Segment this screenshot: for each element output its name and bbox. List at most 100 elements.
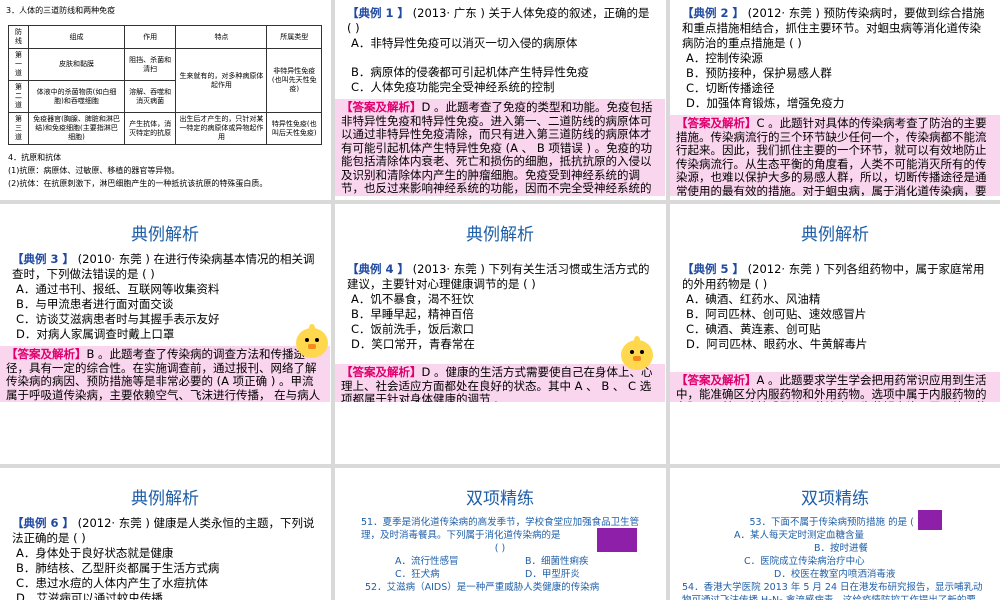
slide-thumbnail-5[interactable]: 典例解析 【典例 4 】 (2013· 东莞 ) 下列有关生活习惯或生活方式的建… — [335, 206, 665, 402]
question: 【典例 5 】 (2012· 东莞 ) 下列各组药物中，属于家庭常用的外用药物是… — [670, 252, 1000, 292]
slide-thumbnail-6[interactable]: 典例解析 【典例 5 】 (2012· 东莞 ) 下列各组药物中，属于家庭常用的… — [670, 206, 1000, 402]
table-cell: 生来就有的，对多种病原体起作用 — [175, 48, 268, 113]
slide-heading: 3．人体的三道防线和两种免疫 — [6, 6, 116, 15]
slide-title: 典例解析 — [131, 225, 199, 245]
option: C．狂犬病 — [395, 569, 440, 580]
option: A．控制传染源 — [686, 51, 763, 65]
example-tag: 【典例 6 】 — [12, 516, 75, 530]
options: A．流行性感冒 B．细菌性痢疾 C．狂犬病 D．甲型肝炎 — [335, 555, 665, 581]
slide-thumbnail-1[interactable]: 3．人体的三道防线和两种免疫 防线 组成 作用 特点 所属类型 第一道 皮肤和黏… — [0, 0, 330, 196]
practice-question: 53．下面不属于传染病预防措施 的是 ( ) — [670, 510, 1000, 530]
option: D．对病人家属调查时戴上口罩 — [16, 327, 175, 341]
slide-thumbnail-9[interactable]: 双项精练 53．下面不属于传染病预防措施 的是 ( ) A．某人每天定时测定血糖… — [670, 470, 1000, 600]
option: B．预防接种，保护易感人群 — [686, 66, 832, 80]
slide-thumbnail-8[interactable]: 双项精练 51．夏季是消化道传染病的高发季节，学校食堂应加强食品卫生管理，及时消… — [335, 470, 665, 600]
options: A．通过书刊、报纸、互联网等收集资料 B．与甲流患者进行面对面交谈 C．访谈艾滋… — [0, 282, 330, 342]
option: A．饥不暴食，渴不狂饮 — [351, 292, 474, 306]
table-cell: 第一道 — [7, 48, 30, 81]
answer-box: 【答案及解析】B 。此题考查了传染病的调查方法和传播途径，具有一定的综合性。在实… — [0, 346, 330, 402]
divider — [0, 464, 1000, 468]
option: B．早睡早起，精神百倍 — [351, 307, 474, 321]
example-tag: 【典例 5 】 — [682, 262, 745, 276]
option: B．按时进餐 — [814, 543, 869, 554]
table-row: 第三道 免疫器官(胸腺、脾脏和淋巴结)和免疫细胞(主要指淋巴细胞) 产生抗体，消… — [7, 112, 322, 145]
table-cell: 特异性免疫(也叫后天性免疫) — [266, 112, 322, 145]
option: B．肺结核、乙型肝炎都属于生活方式病 — [16, 561, 220, 575]
list-item: (2)抗体：在抗原刺激下，淋巴细胞产生的一种抵抗该抗原的特殊蛋白质。 — [8, 179, 268, 188]
option: D．笑口常开，青春常在 — [351, 337, 475, 351]
slide-thumbnail-2[interactable]: 【典例 1 】 (2013· 广东 ) 关于人体免疫的叙述，正确的是 ( ) A… — [335, 0, 665, 196]
table-header-row: 防线 组成 作用 特点 所属类型 — [7, 25, 322, 49]
table-header: 作用 — [123, 25, 177, 49]
option: C．医院成立传染病治疗中心 — [744, 556, 865, 567]
practice-question: 52．艾滋病（AIDS）是一种严重威胁人类健康的传染病 — [365, 582, 600, 593]
table-header: 特点 — [175, 25, 268, 49]
options: A．非特异性免疫可以消灭一切入侵的病原体 B．病原体的侵袭都可引起机体产生特异性… — [335, 36, 665, 95]
table-header: 所属类型 — [266, 25, 322, 49]
table-cell: 产生抗体，消灭特定的抗原 — [123, 112, 177, 145]
example-tag: 【典例 3 】 — [12, 252, 75, 266]
option: D．加强体育锻炼，增强免疫力 — [686, 96, 845, 110]
option: B．阿司匹林、创可贴、速效感冒片 — [686, 307, 867, 321]
table-cell: 皮肤和黏膜 — [28, 48, 125, 81]
option: B．病原体的侵袭都可引起机体产生特异性免疫 — [351, 65, 589, 79]
table-row: 第一道 皮肤和黏膜 阻挡、杀菌和清扫 生来就有的，对多种病原体起作用 非特异性免… — [7, 48, 322, 113]
answer-tag: 【答案及解析】 — [676, 116, 757, 130]
option: A．某人每天定时测定血糖含量 — [734, 530, 864, 541]
answer-box: 【答案及解析】C 。此题针对具体的传染病考查了防治的主要措施。传染病流行的三个环… — [670, 115, 1000, 196]
option: A．非特异性免疫可以消灭一切入侵的病原体 — [351, 36, 578, 50]
option: A．流行性感冒 — [395, 556, 459, 567]
slide-thumbnail-4[interactable]: 典例解析 【典例 3 】 (2010· 东莞 ) 在进行传染病基本情况的相关调查… — [0, 206, 330, 402]
option: D．艾滋病可以通过蚊虫传播 — [16, 591, 163, 600]
option: A．身体处于良好状态就是健康 — [16, 546, 174, 560]
options: A．碘酒、红药水、风油精 B．阿司匹林、创可贴、速效感冒片 C．碘酒、黄连素、创… — [670, 292, 1000, 352]
slide-title: 双项精练 — [801, 489, 869, 509]
options: A．身体处于良好状态就是健康 B．肺结核、乙型肝炎都属于生活方式病 C．患过水痘… — [0, 546, 330, 600]
option: D．阿司匹林、眼药水、牛黄解毒片 — [686, 337, 868, 351]
option: D．甲型肝炎 — [525, 569, 580, 580]
question: 【典例 3 】 (2010· 东莞 ) 在进行传染病基本情况的相关调查时，下列做… — [0, 252, 330, 282]
table-cell: 免疫器官(胸腺、脾脏和淋巴结)和免疫细胞(主要指淋巴细胞) — [28, 112, 125, 145]
table-cell: 出生后才产生的，只针对某一特定的病原体或异物起作用 — [175, 112, 268, 145]
question: 【典例 2 】 (2012· 东莞 ) 预防传染病时，要做到综合措施和重点措施相… — [670, 0, 1000, 51]
table-cell: 体液中的杀菌物质(如白细胞)和吞噬细胞 — [28, 80, 125, 113]
defense-table: 防线 组成 作用 特点 所属类型 第一道 皮肤和黏膜 阻挡、杀菌和清扫 生来就有… — [7, 25, 322, 145]
chick-mascot-icon — [617, 334, 657, 374]
answer-tag: 【答案及解析】 — [341, 365, 422, 379]
table-cell: 溶解、吞噬和消灭病菌 — [123, 80, 177, 113]
option: C．碘酒、黄连素、创可贴 — [686, 322, 821, 336]
question-text: 53．下面不属于传染病预防措施 的是 ( ) — [749, 517, 921, 528]
answer-tag: 【答案及解析】 — [6, 347, 87, 361]
answer-tag: 【答案及解析】 — [676, 373, 757, 387]
option: A．碘酒、红药水、风油精 — [686, 292, 821, 306]
options: A．控制传染源 B．预防接种，保护易感人群 C．切断传播途径 D．加强体育锻炼，… — [670, 51, 1000, 111]
practice-question: 51．夏季是消化道传染病的高发季节，学校食堂应加强食品卫生管理，及时消毒餐具。下… — [335, 516, 665, 552]
table-header: 组成 — [28, 25, 125, 49]
question: 【典例 1 】 (2013· 广东 ) 关于人体免疫的叙述，正确的是 ( ) — [335, 0, 665, 36]
options: A．某人每天定时测定血糖含量 B．按时进餐 C．医院成立传染病治疗中心 D．校医… — [670, 529, 1000, 581]
answer-tag: 【答案及解析】 — [341, 100, 422, 114]
table-cell: 非特异性免疫(也叫先天性免疫) — [266, 48, 322, 113]
example-tag: 【典例 1 】 — [347, 6, 410, 20]
list-item: (1)抗原：病原体、过敏原、移植的器官等异物。 — [8, 166, 180, 175]
example-tag: 【典例 4 】 — [347, 262, 410, 276]
option: C．饭前洗手，饭后漱口 — [351, 322, 475, 336]
table-header: 防线 — [7, 25, 30, 49]
answer-box: 【答案及解析】A 。此题要求学生学会把用药常识应用到生活中，能准确区分内服药物和… — [670, 372, 1000, 402]
redaction-block — [597, 528, 637, 552]
practice-question: 54．香港大学医院 2013 年 5 月 24 日在港发布研究报告，显示哺乳动物… — [682, 582, 983, 600]
slide-title: 典例解析 — [801, 225, 869, 245]
table-cell: 阻挡、杀菌和清扫 — [123, 48, 177, 81]
slide-thumbnail-3[interactable]: 【典例 2 】 (2012· 东莞 ) 预防传染病时，要做到综合措施和重点措施相… — [670, 0, 1000, 196]
answer-box: 【答案及解析】D 。健康的生活方式需要使自己在身体上、心理上、社会适应方面都处在… — [335, 364, 665, 402]
antigen-list: 4．抗原和抗体 (1)抗原：病原体、过敏原、移植的器官等异物。 (2)抗体：在抗… — [0, 145, 330, 196]
slide-title: 典例解析 — [466, 225, 534, 245]
example-tag: 【典例 2 】 — [682, 6, 745, 20]
option: C．人体免疫功能完全受神经系统的控制 — [351, 80, 555, 94]
slide-title: 典例解析 — [131, 489, 199, 509]
answer-text: D 。此题考查了免疫的类型和功能。免疫包括非特异性免疫和特异性免疫。进入第一、二… — [341, 100, 653, 196]
divider — [0, 200, 1000, 204]
answer-box: 【答案及解析】D 。此题考查了免疫的类型和功能。免疫包括非特异性免疫和特异性免疫… — [335, 99, 665, 196]
slide-thumbnail-7[interactable]: 典例解析 【典例 6 】 (2012· 东莞 ) 健康是人类永恒的主题，下列说法… — [0, 470, 330, 600]
redaction-block — [918, 510, 942, 530]
